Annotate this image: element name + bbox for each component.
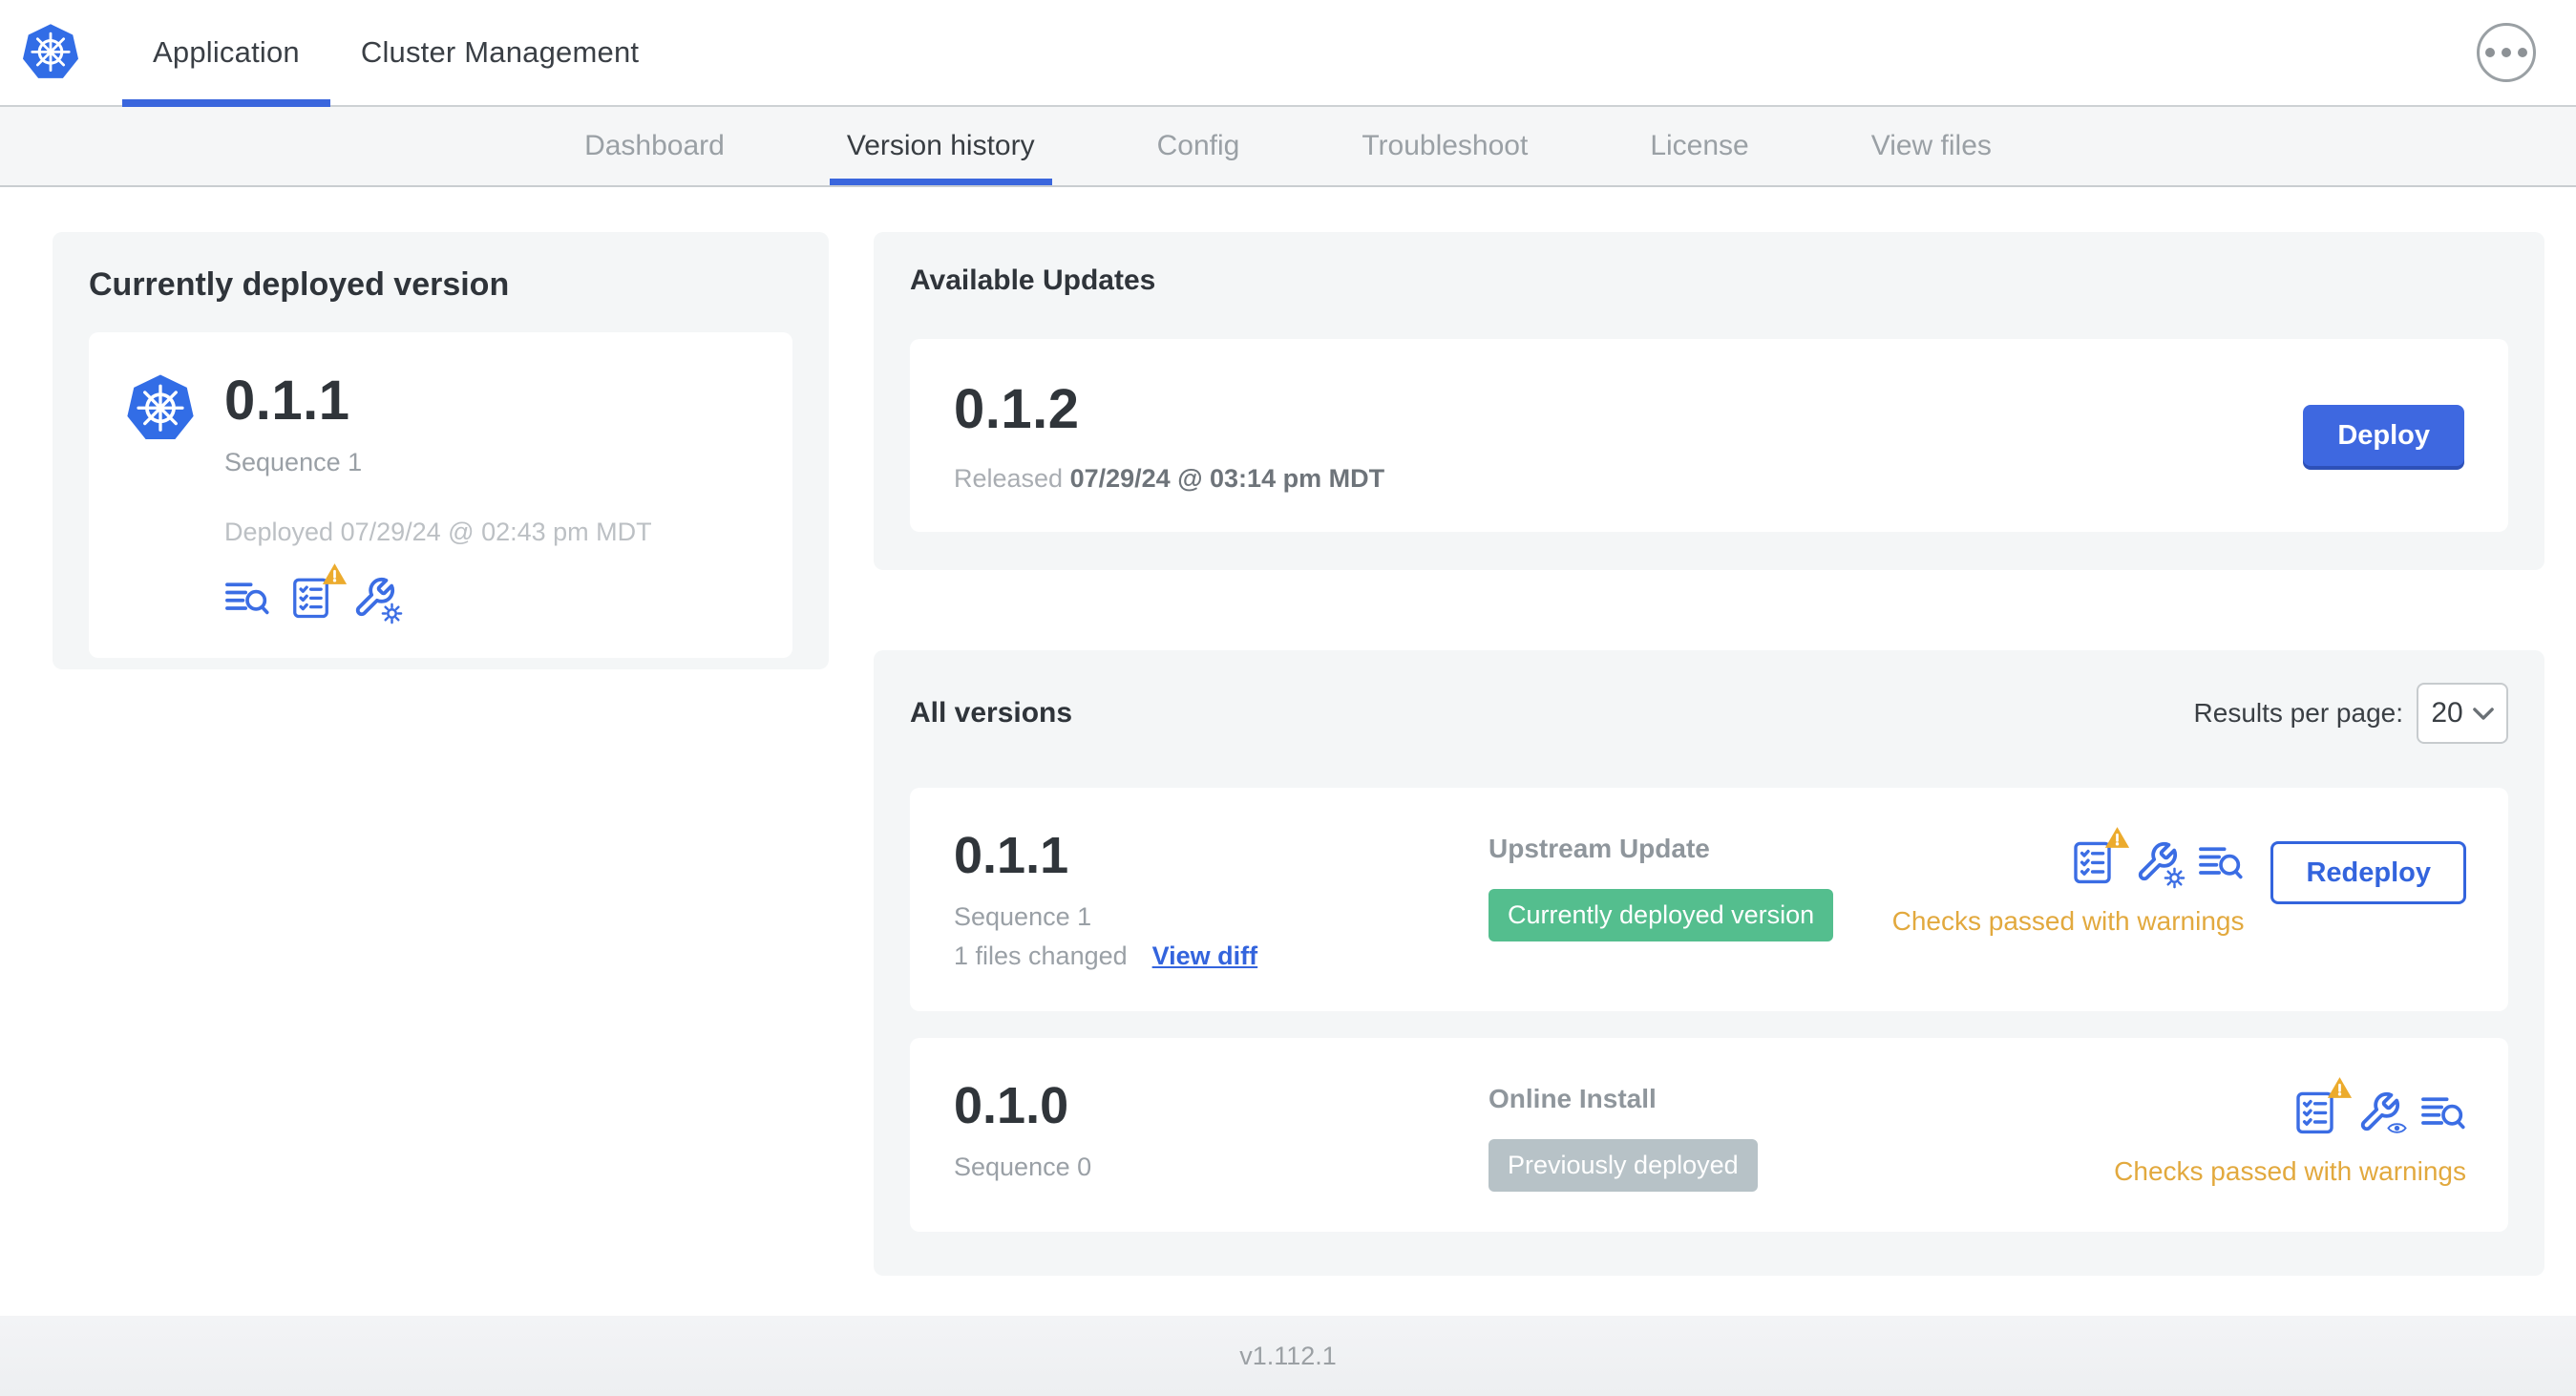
preflight-checks-warning-icon[interactable] (2292, 1076, 2353, 1135)
deploy-logs-icon[interactable] (224, 577, 270, 619)
app-footer: v1.112.1 (0, 1316, 2576, 1396)
warning-triangle-icon (2104, 826, 2131, 849)
top-nav: Application Cluster Management (0, 0, 2576, 107)
tab-version-history[interactable]: Version history (786, 107, 1096, 185)
tab-cluster-management[interactable]: Cluster Management (330, 0, 669, 105)
deployed-status-badge: Previously deployed (1489, 1139, 1758, 1192)
all-versions-card: All versions Results per page: 20 0.1.1 … (874, 650, 2544, 1276)
current-version-deployed-date: Deployed 07/29/24 @ 02:43 pm MDT (224, 518, 652, 546)
view-config-icon[interactable] (2357, 1090, 2408, 1139)
edit-config-icon[interactable] (2135, 840, 2186, 889)
warning-triangle-icon (2327, 1076, 2353, 1099)
tab-config[interactable]: Config (1096, 107, 1301, 185)
gear-icon (2164, 867, 2186, 889)
results-per-page-label: Results per page: (2193, 698, 2403, 728)
tab-license[interactable]: License (1589, 107, 1809, 185)
version-history-main: Available Updates 0.1.2 Released 07/29/2… (874, 232, 2544, 1276)
gear-icon (381, 603, 403, 624)
tab-cluster-management-label: Cluster Management (360, 35, 640, 69)
view-diff-link[interactable]: View diff (1152, 941, 1258, 971)
edit-config-icon[interactable] (352, 576, 403, 624)
results-per-page: Results per page: 20 (2194, 683, 2508, 744)
kubernetes-app-icon (125, 372, 196, 441)
update-released-date: Released 07/29/24 @ 03:14 pm MDT (954, 464, 1385, 493)
tab-view-files[interactable]: View files (1810, 107, 2053, 185)
row-version-number: 0.1.0 (954, 1077, 1069, 1134)
available-updates-card: Available Updates 0.1.2 Released 07/29/2… (874, 232, 2544, 570)
preflight-checks-warning-icon[interactable] (2070, 826, 2131, 885)
row-sequence: Sequence 0 (954, 1153, 1092, 1181)
app-logo (0, 0, 80, 105)
kubernetes-logo-icon (21, 22, 80, 80)
all-versions-title: All versions (910, 697, 1073, 729)
available-updates-title: Available Updates (910, 264, 1156, 296)
available-update-row: 0.1.2 Released 07/29/24 @ 03:14 pm MDT D… (910, 339, 2508, 532)
console-version: v1.112.1 (1239, 1341, 1337, 1370)
ellipsis-icon (2485, 48, 2495, 57)
tab-troubleshoot[interactable]: Troubleshoot (1300, 107, 1589, 185)
row-source: Online Install (1489, 1084, 1657, 1113)
preflight-result-text: Checks passed with warnings (1891, 906, 2245, 936)
row-source: Upstream Update (1489, 834, 1710, 863)
current-version-number: 0.1.1 (224, 370, 350, 432)
preflight-checks-warning-icon[interactable] (289, 562, 348, 620)
results-per-page-select[interactable]: 20 (2417, 683, 2508, 744)
eye-icon (2386, 1117, 2408, 1139)
app-sub-nav: Dashboard Version history Config Trouble… (0, 107, 2576, 187)
version-row: 0.1.0 Sequence 0 Online Install Previous… (910, 1038, 2508, 1232)
current-version-sequence: Sequence 1 (224, 448, 363, 476)
row-sequence: Sequence 1 (954, 902, 1092, 931)
tab-dashboard[interactable]: Dashboard (523, 107, 786, 185)
chevron-down-icon (2472, 707, 2494, 720)
more-menu-button[interactable] (2477, 23, 2536, 82)
currently-deployed-title: Currently deployed version (89, 266, 510, 303)
deploy-logs-icon[interactable] (2420, 1091, 2466, 1133)
currently-deployed-version-card: 0.1.1 Sequence 1 Deployed 07/29/24 @ 02:… (89, 332, 792, 658)
row-version-number: 0.1.1 (954, 827, 1069, 884)
version-row: 0.1.1 Sequence 1 1 files changed View di… (910, 788, 2508, 1011)
tab-application-label: Application (153, 35, 300, 69)
deployed-status-badge: Currently deployed version (1489, 889, 1834, 941)
preflight-result-text: Checks passed with warnings (2114, 1156, 2466, 1186)
deploy-button[interactable]: Deploy (2303, 405, 2464, 466)
currently-deployed-card: Currently deployed version 0.1.1 Sequenc… (53, 232, 829, 669)
top-nav-tabs: Application Cluster Management (122, 0, 669, 107)
row-files-changed: 1 files changed (954, 941, 1128, 970)
warning-triangle-icon (322, 562, 348, 585)
update-version-number: 0.1.2 (954, 378, 1080, 440)
redeploy-button[interactable]: Redeploy (2270, 841, 2466, 904)
tab-application[interactable]: Application (122, 0, 330, 107)
deploy-logs-icon[interactable] (2198, 841, 2244, 883)
